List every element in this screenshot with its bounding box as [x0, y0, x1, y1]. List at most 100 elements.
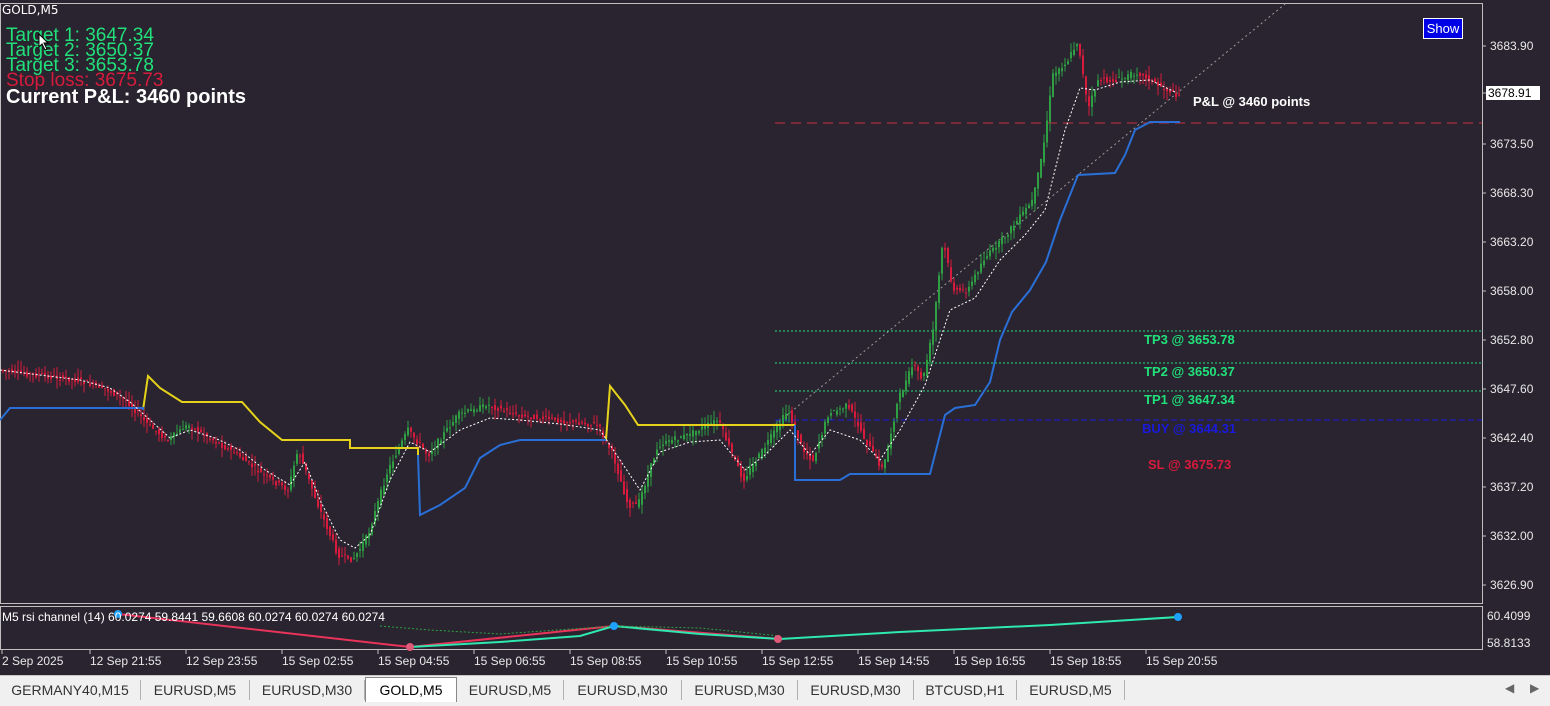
candle-body [1154, 79, 1156, 83]
candle-body [902, 390, 904, 398]
tab-eurusd-m5[interactable]: EURUSD,M5 [141, 680, 250, 700]
candle-body [182, 428, 184, 431]
symbol-label: GOLD,M5 [2, 3, 59, 17]
candle-body [152, 424, 154, 429]
candle-body [782, 415, 784, 425]
time-tick: 12 Sep 21:55 [90, 654, 162, 668]
candle-body [1049, 95, 1051, 122]
candle-body [269, 474, 271, 478]
rsi-point [1174, 613, 1182, 621]
candle-body [68, 377, 70, 382]
time-tick: 15 Sep 18:55 [1050, 654, 1122, 668]
candle-body [308, 473, 310, 480]
candle-body [1055, 72, 1057, 77]
candle-body [623, 481, 625, 495]
candle-body [227, 448, 229, 450]
candle-body [1034, 187, 1036, 204]
candle-body [428, 453, 430, 456]
candle-body [785, 413, 787, 420]
candle-body [740, 466, 742, 478]
sl-label: SL @ 3675.73 [1148, 457, 1232, 472]
moving-average-line [0, 79, 1176, 549]
candle-body [701, 426, 703, 430]
candle-body [866, 439, 868, 446]
candle-body [53, 375, 55, 377]
tabs-scroll-left-icon[interactable]: ◀ [1505, 681, 1514, 695]
candle-body [677, 440, 679, 442]
candle-body [941, 248, 943, 274]
tab-eurusd-m30-3[interactable]: EURUSD,M30 [682, 680, 798, 700]
tab-germany40-m15[interactable]: GERMANY40,M15 [0, 680, 141, 700]
candle-body [845, 403, 847, 409]
candle-body [767, 440, 769, 445]
candle-body [554, 417, 556, 420]
candle-body [725, 432, 727, 441]
candle-body [749, 467, 751, 475]
candle-body [929, 342, 931, 362]
candle-body [326, 518, 328, 530]
candle-body [752, 463, 754, 473]
candle-body [1028, 205, 1030, 209]
rsi-point [610, 622, 618, 630]
tab-eurusd-m5-3[interactable]: EURUSD,M5 [1017, 680, 1125, 700]
candle-body [242, 457, 244, 460]
candle-body [851, 404, 853, 412]
candle-body [638, 499, 640, 508]
candle-body [1007, 235, 1009, 237]
tab-eurusd-m30-2[interactable]: EURUSD,M30 [564, 680, 682, 700]
candle-body [392, 461, 394, 468]
candle-body [815, 452, 817, 462]
candle-body [59, 379, 61, 381]
candle-body [635, 502, 637, 505]
candle-body [524, 414, 526, 417]
tabs-scroll-right-icon[interactable]: ▶ [1530, 681, 1539, 695]
candle-body [353, 557, 355, 559]
candle-body [689, 434, 691, 436]
candle-body [617, 463, 619, 475]
candle-body [719, 420, 721, 423]
tab-eurusd-m5-2[interactable]: EURUSD,M5 [457, 680, 564, 700]
tab-eurusd-m30[interactable]: EURUSD,M30 [250, 680, 365, 700]
candle-body [311, 479, 313, 489]
candle-body [1088, 96, 1090, 107]
tab-gold-m5[interactable]: GOLD,M5 [365, 677, 457, 702]
candle-body [86, 380, 88, 382]
candle-body [251, 463, 253, 468]
candle-body [620, 470, 622, 482]
candle-body [974, 274, 976, 283]
trail-line-yellow [142, 373, 419, 455]
candle-body [464, 412, 466, 414]
tab-eurusd-m30-4[interactable]: EURUSD,M30 [798, 680, 914, 700]
trail-line-blue-2 [417, 439, 606, 517]
price-tick: 3673.50 [1490, 137, 1534, 151]
candle-body [1076, 43, 1078, 47]
candle-body [26, 371, 28, 377]
candle-body [188, 425, 190, 428]
candle-body [557, 418, 559, 423]
candle-body [830, 413, 832, 416]
candle-body [791, 410, 793, 423]
candle-body [680, 436, 682, 438]
candle-body [947, 247, 949, 263]
chart-window[interactable]: GOLD,M5 Target 1: 3647.34 Target 2: 3650… [0, 0, 1550, 675]
candle-body [728, 437, 730, 445]
price-tick: 3637.20 [1490, 480, 1534, 494]
candle-body [284, 485, 286, 491]
candle-body [2, 370, 4, 372]
tab-btcusd-h1[interactable]: BTCUSD,H1 [914, 680, 1017, 700]
candle-body [407, 427, 409, 436]
candle-body [1061, 68, 1063, 72]
rsi-point [406, 643, 414, 651]
candle-body [461, 412, 463, 414]
candle-body [515, 412, 517, 414]
candle-body [968, 286, 970, 292]
candle-body [920, 372, 922, 379]
candle-body [662, 444, 664, 447]
price-tick: 3658.00 [1490, 284, 1534, 298]
candle-body [467, 409, 469, 412]
candle-body [470, 409, 472, 412]
candle-body [1115, 79, 1117, 83]
candle-body [542, 416, 544, 419]
candle-body [1097, 80, 1099, 87]
show-button[interactable]: Show [1423, 18, 1463, 39]
